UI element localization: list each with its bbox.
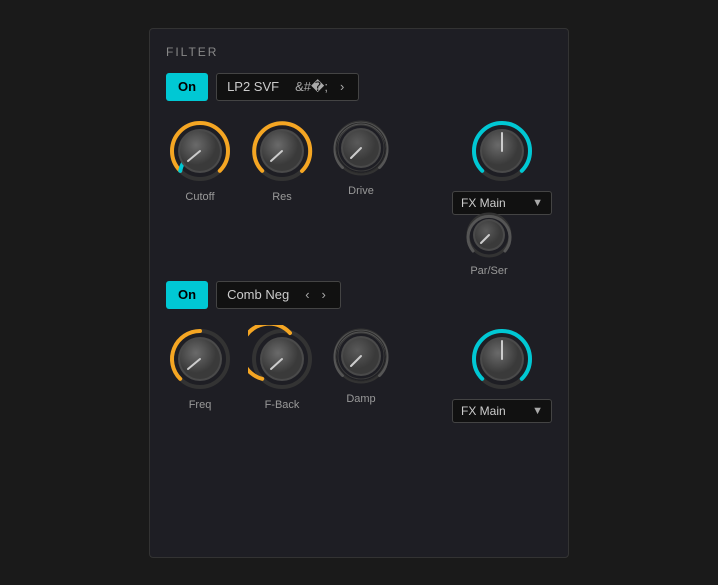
filter1-fx-knob[interactable] (468, 117, 536, 185)
filter2-type-label: Comb Neg (227, 287, 289, 302)
parser-knob[interactable] (463, 209, 515, 261)
filter1-prev-arrow[interactable]: &#�; (291, 77, 332, 97)
filter1-controls: On LP2 SVF &#�; › (166, 73, 552, 101)
filter2-fx-chevron: ▼ (532, 405, 543, 417)
res-knob[interactable] (248, 117, 316, 185)
fback-label: F-Back (265, 399, 300, 411)
filter1-on-button[interactable]: On (166, 73, 208, 101)
cutoff-knob-container: Cutoff (166, 117, 234, 203)
filter2-type-box: Comb Neg ‹ › (216, 281, 341, 309)
fback-knob-container: F-Back (248, 325, 316, 411)
drive-knob[interactable] (330, 117, 392, 179)
filter1-fx-chevron: ▼ (532, 197, 543, 209)
filter1-type-box: LP2 SVF &#�; › (216, 73, 359, 101)
filter2-fx-knob[interactable] (468, 325, 536, 393)
damp-knob-container: Damp (330, 325, 392, 405)
filter1-nav-arrows: &#�; › (291, 77, 348, 97)
freq-label: Freq (189, 399, 212, 411)
freq-knob[interactable] (166, 325, 234, 393)
filter2-next-arrow[interactable]: › (318, 285, 330, 304)
filter2-controls: On Comb Neg ‹ › (166, 281, 552, 309)
damp-label: Damp (346, 393, 375, 405)
parser-label: Par/Ser (470, 265, 507, 277)
filter2-fx-label: FX Main (461, 404, 506, 418)
drive-label: Drive (348, 185, 374, 197)
res-label: Res (272, 191, 292, 203)
filter1-type-label: LP2 SVF (227, 79, 279, 94)
filter2-prev-arrow[interactable]: ‹ (301, 285, 313, 304)
damp-knob[interactable] (330, 325, 392, 387)
filter1-next-arrow[interactable]: › (336, 77, 348, 97)
drive-knob-container: Drive (330, 117, 392, 197)
filter-panel: FILTER On LP2 SVF &#�; › (149, 28, 569, 558)
panel-title: FILTER (166, 45, 552, 59)
filter2-on-button[interactable]: On (166, 281, 208, 309)
res-knob-container: Res (248, 117, 316, 203)
cutoff-knob[interactable] (166, 117, 234, 185)
fback-knob[interactable] (248, 325, 316, 393)
filter1-fx-label: FX Main (461, 196, 506, 210)
filter2-nav-arrows: ‹ › (301, 285, 330, 304)
filter2-fx-dropdown[interactable]: FX Main ▼ (452, 399, 552, 423)
freq-knob-container: Freq (166, 325, 234, 411)
cutoff-label: Cutoff (185, 191, 214, 203)
